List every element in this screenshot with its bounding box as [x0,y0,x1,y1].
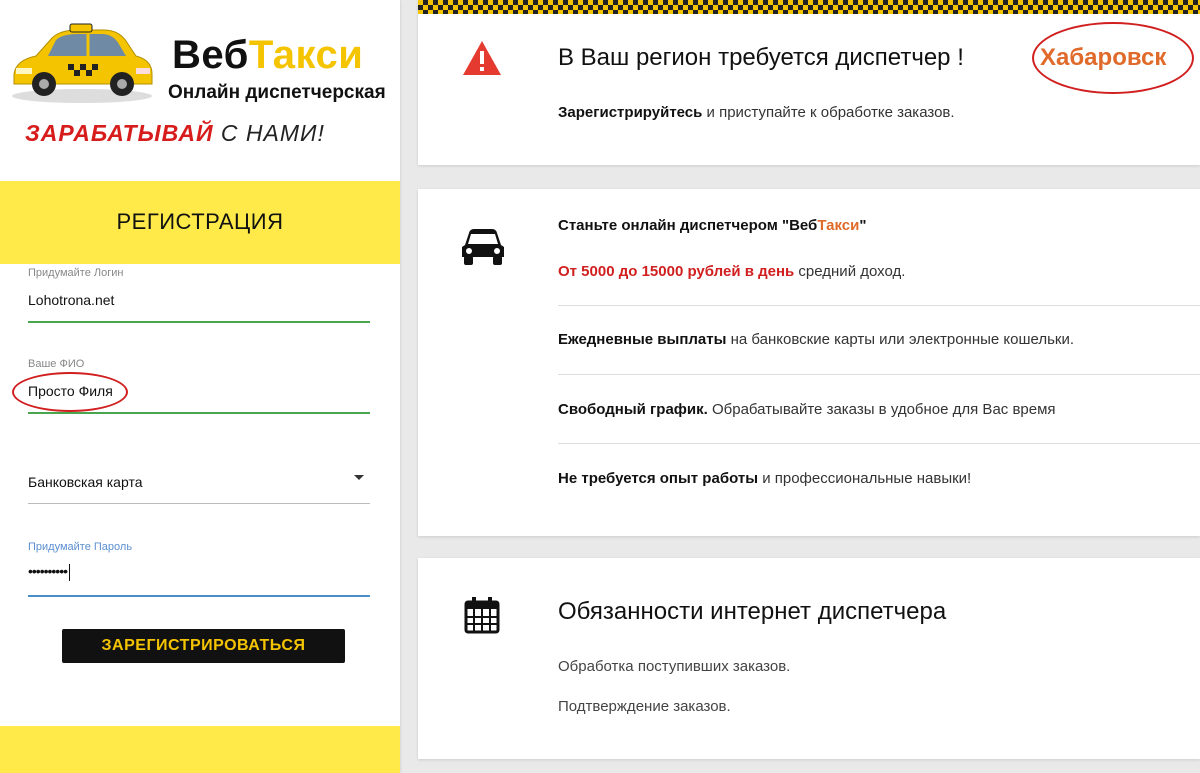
slogan-part1: ЗАРАБАТЫВАЙ [25,120,214,146]
register-link-text: Зарегистрируйтесь [558,104,703,121]
divider [558,305,1200,306]
password-value: •••••••••• [28,563,68,579]
login-input[interactable]: Lohotrona.net [28,292,114,308]
login-label: Придумайте Логин [28,267,124,279]
brand-name: ВебТакси [172,33,363,78]
bottom-yellow-bar [0,726,400,773]
payout-rest: на банковские карты или электронные коше… [726,331,1075,348]
benefit-experience: Не требуется опыт работы и профессиональ… [558,470,971,487]
annotation-circle-name [12,372,128,412]
schedule-rest: Обрабатывайте заказы в удобное для Вас в… [707,401,1056,418]
slogan: ЗАРАБАТЫВАЙ С НАМИ! [25,120,325,147]
password-label: Придумайте Пароль [28,541,133,553]
name-underline [28,412,370,414]
divider [558,443,1200,444]
warning-icon [463,41,501,75]
registration-title: РЕГИСТРАЦИЯ [116,209,284,234]
checker-stripe [418,0,1200,14]
duties-card: Обязанности интернет диспетчера Обработк… [418,558,1200,759]
brand-name-part2: Такси [248,33,364,77]
intro-suffix: " [859,217,867,234]
brand-subtitle: Онлайн диспетчерская [168,82,386,103]
benefit-intro: Станьте онлайн диспетчером "ВебТакси" [558,217,866,234]
region-card: В Ваш регион требуется диспетчер ! Хабар… [418,0,1200,165]
password-underline [28,595,370,597]
payment-underline [28,503,370,504]
experience-rest: и профессиональные навыки! [758,470,972,487]
login-underline [28,321,370,323]
car-icon [462,229,504,265]
name-label: Ваше ФИО [28,358,85,370]
logo-area: ВебТакси Онлайн диспетчерская ЗАРАБАТЫВА… [0,0,400,180]
duties-item: Подтверждение заказов. [558,698,731,715]
intro-accent: Такси [817,217,860,234]
slogan-part2: С НАМИ! [213,120,325,146]
benefit-payout: Ежедневные выплаты на банковские карты и… [558,331,1074,348]
text-cursor [69,563,71,581]
duties-item: Обработка поступивших заказов. [558,658,791,675]
region-text-rest: и приступайте к обработке заказов. [702,104,955,121]
divider [558,374,1200,375]
brand-name-part1: Веб [172,33,249,77]
intro-prefix: Станьте онлайн диспетчером "Веб [558,217,818,234]
registration-header: РЕГИСТРАЦИЯ [0,181,400,264]
income-rest: средний доход. [794,263,906,280]
payout-bold: Ежедневные выплаты [558,331,727,348]
region-title: В Ваш регион требуется диспетчер ! [558,44,964,71]
region-text: Зарегистрируйтесь и приступайте к обрабо… [558,104,955,121]
taxi-car-logo [12,23,153,103]
income-amount: От 5000 до 15000 рублей в день [558,263,795,280]
duties-title: Обязанности интернет диспетчера [558,598,947,625]
benefit-income: От 5000 до 15000 рублей в день средний д… [558,263,905,280]
register-button[interactable]: ЗАРЕГИСТРИРОВАТЬСЯ [62,629,345,663]
schedule-bold: Свободный график. [558,401,708,418]
registration-panel: ВебТакси Онлайн диспетчерская ЗАРАБАТЫВА… [0,0,400,773]
password-input[interactable]: •••••••••• [28,563,71,581]
chevron-down-icon[interactable] [354,475,364,480]
annotation-circle-city [1032,22,1194,94]
benefit-schedule: Свободный график. Обрабатывайте заказы в… [558,401,1056,418]
calendar-icon [464,597,500,634]
experience-bold: Не требуется опыт работы [558,470,759,487]
payment-selected: Банковская карта [28,474,143,490]
benefits-card: Станьте онлайн диспетчером "ВебТакси" От… [418,189,1200,536]
